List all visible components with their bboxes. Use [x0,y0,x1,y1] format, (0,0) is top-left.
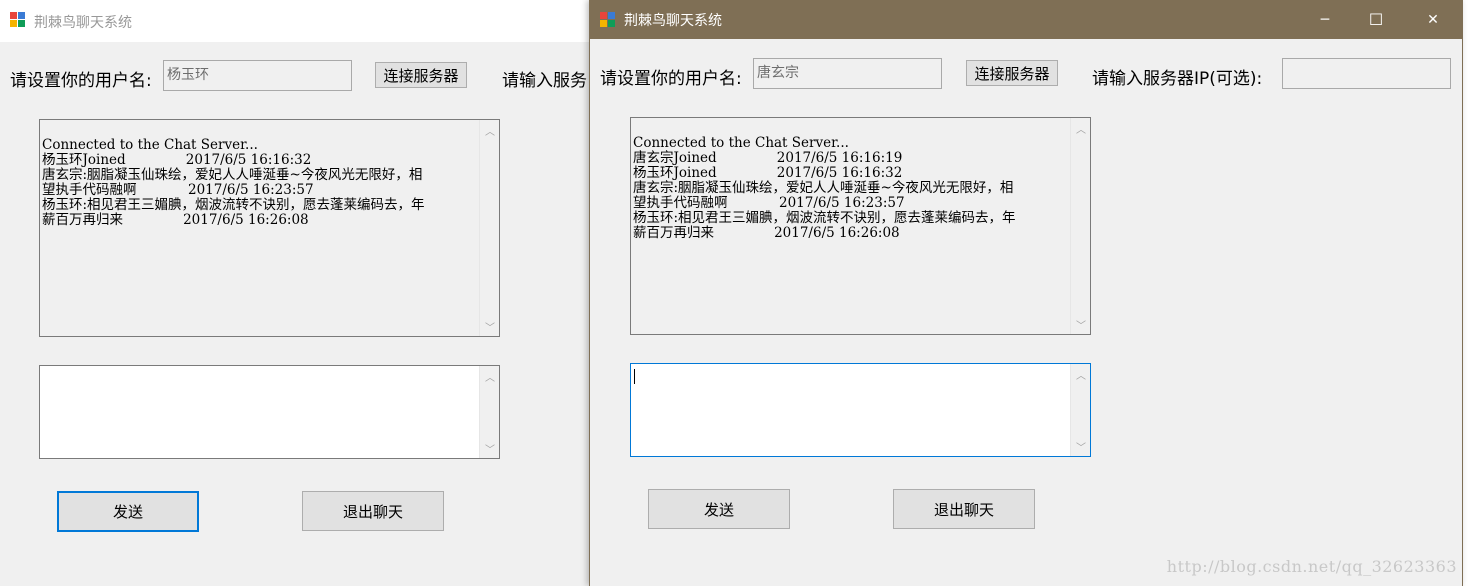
chat-log[interactable]: Connected to the Chat Server... 杨玉环Joined… [39,119,500,337]
chat-log-line: 杨玉环:相见君王三媚腆，烟波流转不诀别，愿去蓬莱编码去，年 [633,210,1016,226]
chat-window-left: 荆棘鸟聊天系统 请设置你的用户名: 杨玉环 连接服务器 请输入服务 Connec… [0,0,592,586]
message-input-scrollbar[interactable]: ︿ ﹀ [479,366,499,458]
connect-server-button[interactable]: 连接服务器 [966,60,1058,86]
server-ip-label: 请输入服务器IP(可选): [1092,69,1263,89]
username-field[interactable]: 杨玉环 [163,60,352,91]
chat-log[interactable]: Connected to the Chat Server... 唐玄宗Joined… [630,117,1091,335]
connect-server-button[interactable]: 连接服务器 [375,62,467,88]
chat-log-scrollbar[interactable]: ︿ ﹀ [1070,118,1090,334]
chevron-up-icon[interactable]: ︿ [480,122,499,138]
username-label: 请设置你的用户名: [600,69,742,89]
chevron-up-icon[interactable]: ︿ [1071,366,1090,382]
chat-log-line: 薪百万再归来 2017/6/5 16:26:08 [633,225,900,241]
chat-log-line: 杨玉环Joined 2017/6/5 16:16:32 [633,165,903,181]
server-ip-field[interactable] [1282,58,1451,89]
chat-log-line: 杨玉环Joined 2017/6/5 16:16:32 [42,152,312,168]
username-label: 请设置你的用户名: [10,71,152,91]
server-ip-label: 请输入服务 [502,71,587,91]
window-title: 荆棘鸟聊天系统 [34,15,132,31]
chat-log-line: 望执手代码融啊 2017/6/5 16:23:57 [42,182,314,198]
chat-log-line: Connected to the Chat Server... [633,135,849,151]
title-bar[interactable]: 荆棘鸟聊天系统 [0,0,591,42]
send-button[interactable]: 发送 [57,491,199,532]
text-caret [634,369,635,384]
maximize-icon[interactable]: ☐ [1353,0,1399,39]
quit-chat-button[interactable]: 退出聊天 [893,489,1035,529]
chevron-down-icon[interactable]: ﹀ [480,440,499,456]
chevron-up-icon[interactable]: ︿ [480,368,499,384]
chat-log-line: 唐玄宗Joined 2017/6/5 16:16:19 [633,150,903,166]
chat-log-line: 薪百万再归来 2017/6/5 16:26:08 [42,212,309,228]
chevron-up-icon[interactable]: ︿ [1071,120,1090,136]
title-bar[interactable]: 荆棘鸟聊天系统 ─ ☐ ✕ [590,0,1462,39]
send-button[interactable]: 发送 [648,489,790,529]
chat-log-line: 杨玉环:相见君王三媚腆，烟波流转不诀别，愿去蓬莱编码去，年 [42,197,425,213]
app-icon [600,12,616,28]
chat-log-line: 望执手代码融啊 2017/6/5 16:23:57 [633,195,905,211]
chat-log-line: 唐玄宗:胭脂凝玉仙珠绘，爱妃人人唾涎垂~今夜风光无限好，相 [633,180,1014,196]
window-title: 荆棘鸟聊天系统 [624,13,722,29]
username-field[interactable]: 唐玄宗 [753,58,942,89]
chat-log-lines: Connected to the Chat Server... 唐玄宗Joined… [633,136,1068,241]
app-icon [10,12,26,28]
message-input[interactable]: ︿ ﹀ [39,365,500,459]
chat-log-lines: Connected to the Chat Server... 杨玉环Joined… [42,138,477,228]
chat-log-scrollbar[interactable]: ︿ ﹀ [479,120,499,336]
chat-log-line: Connected to the Chat Server... [42,137,258,153]
close-icon[interactable]: ✕ [1410,0,1456,39]
watermark: http://blog.csdn.net/qq_32623363 [1166,557,1457,576]
chat-window-right: 荆棘鸟聊天系统 ─ ☐ ✕ 请设置你的用户名: 唐玄宗 连接服务器 请输入服务器… [589,0,1463,586]
message-input-scrollbar[interactable]: ︿ ﹀ [1070,364,1090,456]
chevron-down-icon[interactable]: ﹀ [1071,438,1090,454]
quit-chat-button[interactable]: 退出聊天 [302,491,444,531]
message-input[interactable]: ︿ ﹀ [630,363,1091,457]
chevron-down-icon[interactable]: ﹀ [480,318,499,334]
chat-log-line: 唐玄宗:胭脂凝玉仙珠绘，爱妃人人唾涎垂~今夜风光无限好，相 [42,167,423,183]
chevron-down-icon[interactable]: ﹀ [1071,316,1090,332]
minimize-icon[interactable]: ─ [1302,0,1348,39]
